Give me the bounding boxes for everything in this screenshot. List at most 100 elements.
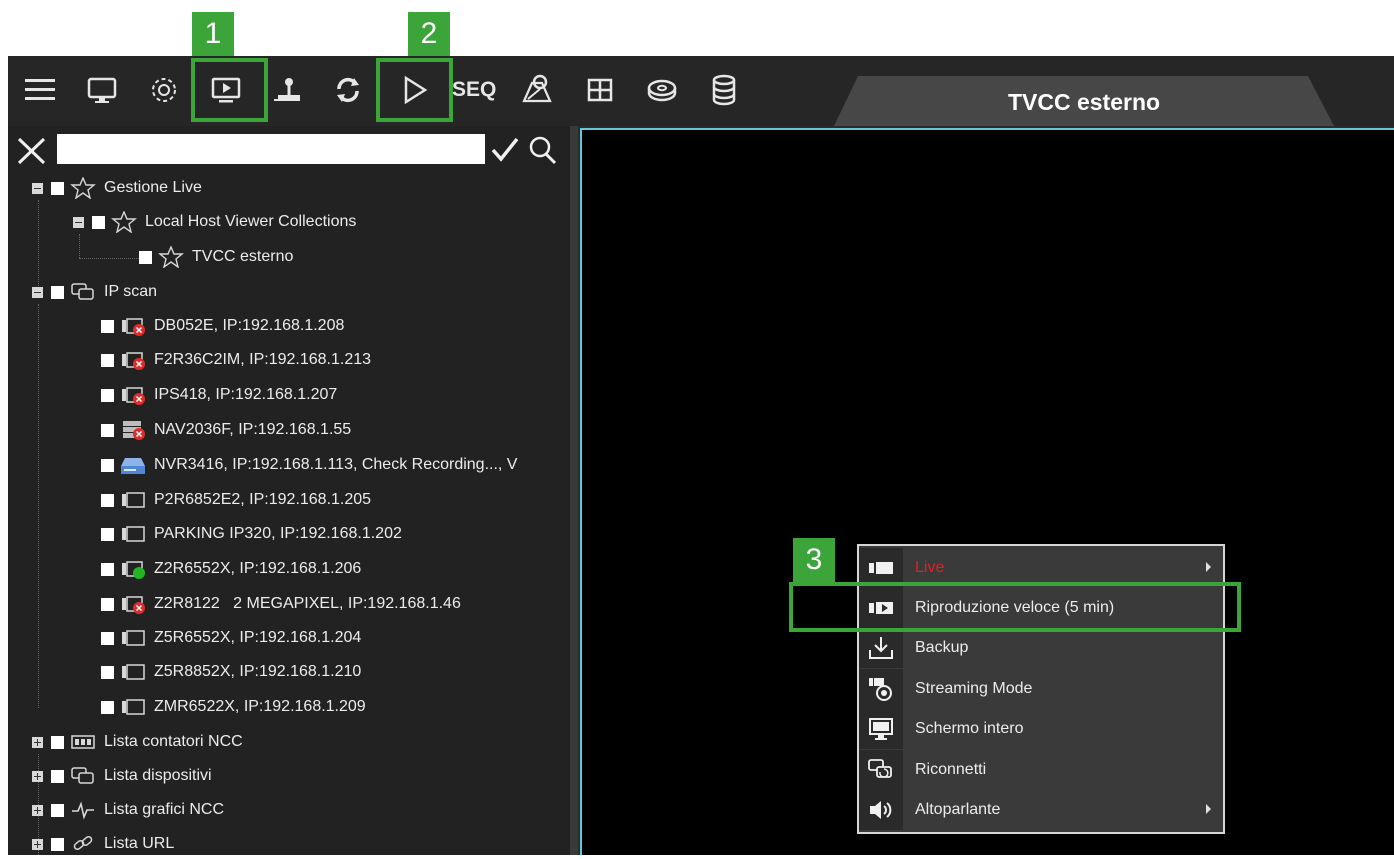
expand-toggle[interactable] [32, 804, 43, 816]
camera-icon [120, 696, 146, 718]
database-icon [712, 74, 736, 106]
storage-button[interactable] [640, 64, 684, 116]
tree-item-label: PARKING IP320, IP:192.168.1.202 [154, 525, 402, 542]
checkbox[interactable] [51, 285, 64, 299]
checkbox[interactable] [101, 423, 114, 437]
menu-item-altoparlante[interactable]: Altoparlante [859, 790, 1223, 830]
nvr-offline-icon [120, 419, 146, 441]
checkbox[interactable] [51, 735, 64, 749]
tree-item-lista-contatori-ncc[interactable]: Lista contatori NCC [32, 727, 243, 757]
settings-button[interactable] [142, 64, 186, 116]
collapse-toggle[interactable] [32, 182, 43, 194]
checkbox[interactable] [101, 562, 114, 576]
tree-item-device[interactable]: IPS418, IP:192.168.1.207 [101, 380, 337, 410]
checkbox[interactable] [101, 353, 114, 367]
tree-item-label: F2R36C2IM, IP:192.168.1.213 [154, 351, 372, 368]
gear-icon [152, 78, 176, 102]
checkbox[interactable] [51, 837, 64, 851]
menu-item-riconnetti[interactable]: Riconnetti [859, 750, 1223, 790]
tree-item-device[interactable]: NAV2036F, IP:192.168.1.55 [101, 415, 351, 445]
refresh-icon [337, 77, 359, 103]
tree-line [79, 258, 139, 259]
tree-item-label: P2R6852E2, IP:192.168.1.205 [154, 491, 372, 508]
checkbox[interactable] [101, 631, 114, 645]
checkbox[interactable] [51, 769, 64, 783]
network-icon [70, 765, 96, 787]
tree-item-device[interactable]: Z5R8852X, IP:192.168.1.210 [101, 657, 361, 687]
collapse-toggle[interactable] [73, 216, 84, 228]
annotation-badge-3: 3 [793, 538, 835, 582]
checkbox[interactable] [101, 597, 114, 611]
clear-search-button[interactable] [14, 134, 50, 168]
checkbox[interactable] [101, 493, 114, 507]
annotation-highlight-3 [789, 582, 1241, 632]
checkbox[interactable] [101, 665, 114, 679]
collapse-toggle[interactable] [32, 286, 43, 298]
checkbox[interactable] [101, 388, 114, 402]
tree-item-device[interactable]: Z2R8122 2 MEGAPIXEL, IP:192.168.1.46 [101, 589, 461, 619]
tree-item-label: Z2R8122 2 MEGAPIXEL, IP:192.168.1.46 [154, 595, 461, 612]
tree-item-ip-scan[interactable]: IP scan [32, 277, 157, 307]
expand-toggle[interactable] [32, 770, 43, 782]
camera-icon [120, 489, 146, 511]
menu-item-label: Backup [915, 639, 969, 656]
tree-item-device[interactable]: F2R36C2IM, IP:192.168.1.213 [101, 345, 371, 375]
search-icon [529, 136, 557, 165]
tree-item-label: IP scan [104, 283, 158, 300]
tree-item-lista-grafici-ncc[interactable]: Lista grafici NCC [32, 795, 224, 825]
speaker-icon [859, 790, 903, 830]
tree-item-device[interactable]: ZMR6522X, IP:192.168.1.209 [101, 692, 366, 722]
checkbox[interactable] [51, 803, 64, 817]
checkbox[interactable] [139, 250, 152, 264]
checkbox[interactable] [101, 527, 114, 541]
tree-item-device[interactable]: DB052E, IP:192.168.1.208 [101, 311, 344, 341]
tree-item-device[interactable]: Z5R6552X, IP:192.168.1.204 [101, 623, 361, 653]
checkbox[interactable] [51, 181, 64, 195]
checkbox[interactable] [92, 215, 105, 229]
menu-item-label: Riconnetti [915, 761, 987, 778]
tree-line [38, 304, 39, 708]
checkbox[interactable] [101, 700, 114, 714]
panel-splitter[interactable] [570, 126, 578, 855]
tree-item-label: Local Host Viewer Collections [145, 213, 357, 230]
tree-item-gestione-live[interactable]: Gestione Live [32, 173, 202, 203]
layout-icon [587, 78, 613, 102]
map-button[interactable] [515, 64, 559, 116]
tree-item-label: Z5R6552X, IP:192.168.1.204 [154, 629, 362, 646]
close-icon [17, 137, 46, 165]
menu-item-backup[interactable]: Backup [859, 628, 1223, 668]
sequence-button[interactable]: SEQ [452, 75, 508, 105]
disk-icon [647, 79, 677, 102]
camera-offline-icon [120, 593, 146, 615]
annotation-highlight-1 [191, 58, 268, 122]
checkbox[interactable] [101, 319, 114, 333]
tree-item-device[interactable]: PARKING IP320, IP:192.168.1.202 [101, 519, 402, 549]
tree-line [79, 234, 80, 258]
tree-item-lista-dispositivi[interactable]: Lista dispositivi [32, 761, 212, 791]
camera-offline-icon [120, 384, 146, 406]
menu-item-schermo-intero[interactable]: Schermo intero [859, 709, 1223, 749]
tree-item-device[interactable]: P2R6852E2, IP:192.168.1.205 [101, 485, 371, 515]
refresh-button[interactable] [326, 64, 370, 116]
search-input[interactable] [57, 134, 485, 164]
nvr-icon [120, 454, 146, 476]
tree-item-device[interactable]: NVR3416, IP:192.168.1.113, Check Recordi… [101, 450, 517, 480]
annotation-highlight-2 [376, 58, 453, 122]
tree-item-tvcc-esterno[interactable]: TVCC esterno [139, 242, 293, 272]
checkbox[interactable] [101, 458, 114, 472]
ptz-button[interactable] [266, 64, 310, 116]
submenu-arrow-icon [1206, 562, 1211, 572]
tree-item-local-host-viewer-collections[interactable]: Local Host Viewer Collections [73, 207, 356, 237]
camera-icon [120, 627, 146, 649]
apply-search-button[interactable] [488, 133, 522, 167]
expand-toggle[interactable] [32, 736, 43, 748]
layout-button[interactable] [578, 64, 622, 116]
tab-label: TVCC esterno [1007, 89, 1161, 115]
menu-item-streaming-mode[interactable]: Streaming Mode [859, 669, 1223, 709]
menu-button[interactable] [18, 64, 62, 116]
database-button[interactable] [702, 64, 746, 116]
monitor-button[interactable] [80, 64, 124, 116]
tree-item-device[interactable]: Z2R6552X, IP:192.168.1.206 [101, 554, 361, 584]
search-button[interactable] [525, 133, 559, 167]
expand-toggle[interactable] [32, 838, 43, 850]
